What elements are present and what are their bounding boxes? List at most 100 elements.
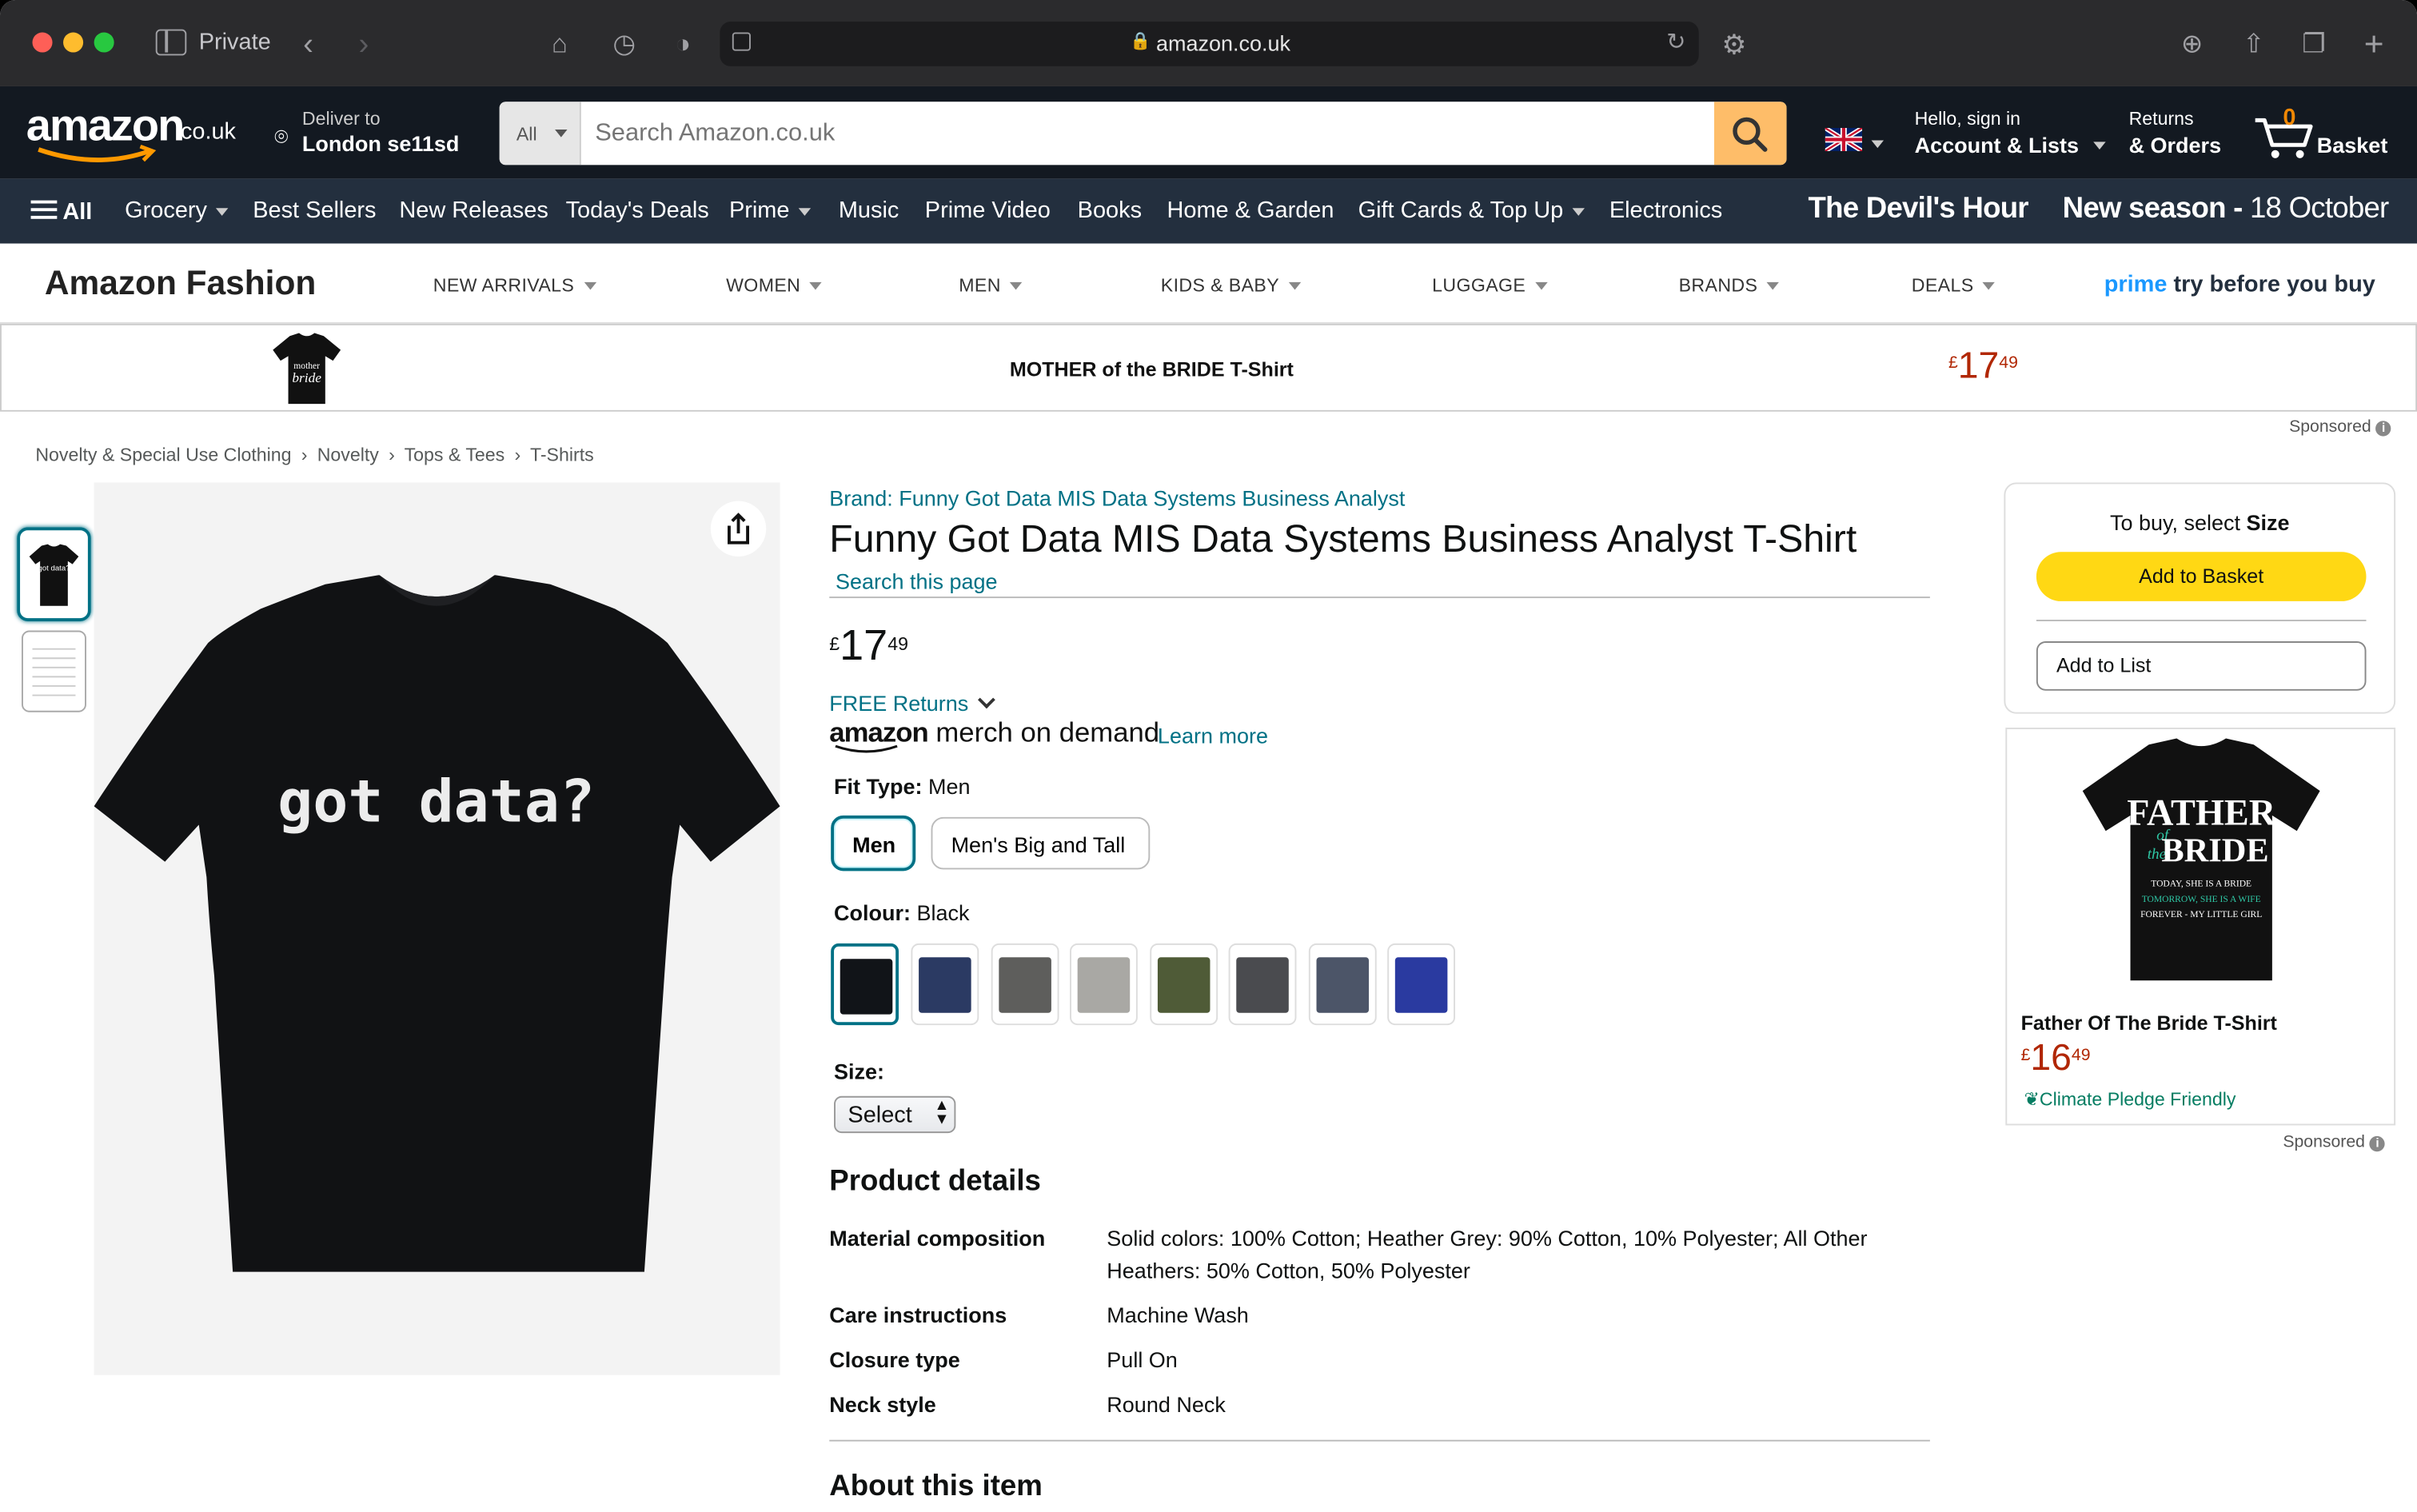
nav-new-releases[interactable]: New Releases <box>399 197 548 224</box>
main-product-image[interactable]: got data? <box>94 482 780 1375</box>
brand-link[interactable]: Brand: Funny Got Data MIS Data Systems B… <box>829 485 1405 510</box>
nav-grocery[interactable]: Grocery <box>125 197 229 224</box>
colour-swatch-charcoal[interactable] <box>1228 943 1297 1026</box>
breadcrumb-item[interactable]: T-Shirts <box>530 444 594 465</box>
fashion-brands[interactable]: BRANDS <box>1679 274 1780 296</box>
fashion-luggage[interactable]: LUGGAGE <box>1432 274 1548 296</box>
reload-icon[interactable]: ↻ <box>1666 28 1685 56</box>
minimize-window-button[interactable] <box>63 32 84 53</box>
sponsored-product-strip[interactable]: mother bride MOTHER of the BRIDE T-Shirt … <box>0 323 2417 412</box>
nav-todays-deals[interactable]: Today's Deals <box>566 197 709 224</box>
fit-option-big-and-tall[interactable]: Men's Big and Tall <box>931 816 1151 870</box>
size-chart-thumbnail-image <box>32 648 76 696</box>
back-icon[interactable]: ‹ <box>291 28 325 62</box>
size-select[interactable]: Select ▲ ▼ <box>834 1095 956 1134</box>
returns-orders-link[interactable]: Returns & Orders <box>2129 108 2231 163</box>
share-icon <box>728 513 750 545</box>
nav-best-sellers[interactable]: Best Sellers <box>253 197 376 224</box>
colour-swatch-slate[interactable] <box>1308 943 1377 1026</box>
fashion-new-arrivals[interactable]: NEW ARRIVALS <box>433 274 596 296</box>
nav-gift-cards[interactable]: Gift Cards & Top Up <box>1358 197 1585 224</box>
strip-price-fraction: 49 <box>1999 353 2018 373</box>
side-ad-shirt-line1: FATHER <box>2127 792 2276 833</box>
fit-option-label: Men <box>852 832 896 857</box>
fashion-deals[interactable]: DEALS <box>1912 274 1996 296</box>
home-icon[interactable]: ⌂ <box>543 28 576 62</box>
breadcrumb-item[interactable]: Novelty <box>317 444 379 465</box>
privacy-shield-icon[interactable]: ◑ <box>666 28 700 62</box>
address-bar[interactable]: 🔒 amazon.co.uk ↻ <box>720 21 1699 66</box>
side-ad-sponsored-label: Sponsored i <box>2283 1133 2386 1152</box>
colour-swatch-royal-blue[interactable] <box>1387 943 1456 1026</box>
price-whole: 17 <box>840 620 888 669</box>
learn-more-link[interactable]: Learn more <box>1158 723 1268 748</box>
reader-icon[interactable] <box>732 32 751 51</box>
nav-prime-video[interactable]: Prime Video <box>925 197 1051 224</box>
search-category-select[interactable]: All <box>499 102 581 166</box>
nav-electronics[interactable]: Electronics <box>1609 197 1722 224</box>
forward-icon[interactable]: › <box>347 28 381 62</box>
tabs-overview-icon[interactable]: ❐ <box>2297 28 2331 62</box>
all-menu-button[interactable]: All <box>30 197 92 225</box>
share-icon[interactable]: ⇧ <box>2237 28 2271 62</box>
free-returns-link[interactable]: FREE Returns <box>829 691 996 716</box>
price-fraction: 49 <box>887 632 908 655</box>
fashion-women[interactable]: WOMEN <box>726 274 823 296</box>
thumbnail-2[interactable] <box>21 630 86 712</box>
account-lists-menu[interactable]: Hello, sign in Account & Lists <box>1915 108 2106 163</box>
fashion-subnav: Amazon Fashion NEW ARRIVALS WOMEN MEN KI… <box>0 243 2417 324</box>
swatch-color <box>1077 957 1131 1013</box>
fit-option-men[interactable]: Men <box>831 815 916 872</box>
prime-word: prime <box>2104 271 2168 298</box>
detail-value: Pull On <box>1107 1347 1178 1372</box>
thumbnail-1[interactable]: got data? <box>17 527 91 621</box>
fashion-title[interactable]: Amazon Fashion <box>45 264 316 304</box>
close-window-button[interactable] <box>32 32 53 53</box>
fashion-men[interactable]: MEN <box>959 274 1023 296</box>
new-tab-icon[interactable]: + <box>2357 27 2391 62</box>
colour-swatch-black[interactable] <box>831 943 899 1026</box>
breadcrumb-item[interactable]: Tops & Tees <box>405 444 505 465</box>
fashion-kids-baby[interactable]: KIDS & BABY <box>1161 274 1302 296</box>
colour-swatch-olive[interactable] <box>1150 943 1218 1026</box>
divider <box>2036 620 2367 621</box>
chevron-down-icon <box>555 129 568 138</box>
zoom-window-button[interactable] <box>94 32 114 53</box>
nav-home-garden[interactable]: Home & Garden <box>1167 197 1334 224</box>
promo-banner[interactable]: New season - 18 October <box>2063 193 2390 226</box>
chevron-down-icon <box>809 282 823 291</box>
basket-link[interactable]: 0 Basket <box>2252 102 2394 166</box>
amazon-logo[interactable]: amazon .co.uk <box>26 102 250 170</box>
sponsored-side-ad[interactable]: FATHER of the BRIDE TODAY, SHE IS A BRID… <box>2005 728 2396 1126</box>
logo-suffix: .co.uk <box>173 118 237 146</box>
search-input[interactable] <box>580 102 1714 166</box>
chevron-down-icon <box>1572 207 1585 216</box>
product-details-heading: Product details <box>829 1165 1041 1199</box>
add-to-basket-button[interactable]: Add to Basket <box>2036 552 2367 601</box>
colour-swatch-dark-grey[interactable] <box>991 943 1059 1026</box>
search-this-page-link[interactable]: Search this page <box>836 568 998 593</box>
add-to-list-button[interactable]: Add to List <box>2036 641 2367 691</box>
nav-grocery-label: Grocery <box>125 197 208 224</box>
sidebar-toggle-icon[interactable] <box>155 29 187 56</box>
fashion-deals-label: DEALS <box>1911 274 1974 297</box>
nav-prime[interactable]: Prime <box>729 197 812 224</box>
nav-books[interactable]: Books <box>1078 197 1142 224</box>
size-label: Size: <box>834 1059 885 1084</box>
nav-music[interactable]: Music <box>839 197 899 224</box>
info-icon[interactable]: i <box>2375 421 2391 437</box>
share-button[interactable] <box>710 501 767 557</box>
colour-swatch-light-grey[interactable] <box>1070 943 1138 1026</box>
promo-title[interactable]: The Devil's Hour <box>1809 193 2029 226</box>
language-selector[interactable] <box>1825 128 1885 153</box>
downloads-icon[interactable]: ⊕ <box>2175 28 2208 62</box>
history-icon[interactable]: ◷ <box>608 28 641 62</box>
info-icon[interactable]: i <box>2369 1135 2386 1152</box>
deliver-to[interactable]: ⌾ Deliver to London se11sd <box>269 102 470 166</box>
settings-gear-icon[interactable]: ⚙ <box>1717 28 1751 62</box>
breadcrumb-item[interactable]: Novelty & Special Use Clothing <box>35 444 291 465</box>
swatch-color <box>1236 957 1289 1013</box>
colour-swatch-navy[interactable] <box>911 943 979 1026</box>
search-submit-button[interactable] <box>1713 102 1787 166</box>
prime-try-before-you-buy[interactable]: prime try before you buy <box>2104 271 2375 297</box>
